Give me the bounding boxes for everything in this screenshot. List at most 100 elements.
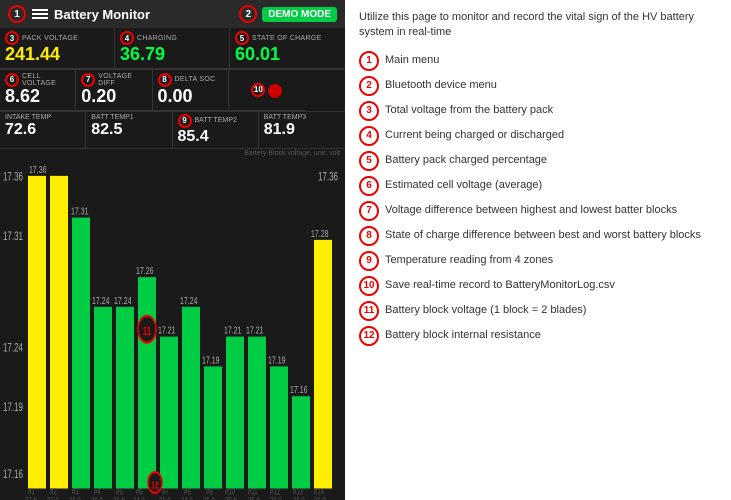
batt-temp3-header: BATT TEMP3 [264, 114, 340, 121]
batt-temp1-value: 82.5 [91, 121, 166, 139]
badge-8: 8 [158, 73, 172, 87]
batt-temp2-cell: 9 BATT TEMP2 85.4 [173, 112, 259, 148]
badge-10: 10 [251, 83, 265, 97]
app-title: Battery Monitor [54, 7, 150, 22]
svg-text:26.0: 26.0 [69, 495, 81, 500]
legend-text: Current being charged or discharged [385, 126, 564, 142]
voltage-diff-header: 7 VOLTAGE DIFF [81, 73, 146, 87]
soc-cell: 5 STATE OF CHARGE 60.01 [230, 28, 345, 69]
legend-text: Battery block internal resistance [385, 326, 541, 342]
svg-text:17.19: 17.19 [202, 354, 220, 366]
svg-text:17.21: 17.21 [246, 324, 264, 336]
metrics-row-2: 6 CELL VOLTAGE 8.62 7 VOLTAGE DIFF 0.20 … [0, 70, 345, 112]
svg-text:17.24: 17.24 [180, 294, 198, 306]
right-panel: Utilize this page to monitor and record … [345, 0, 731, 500]
soc-value: 60.01 [235, 45, 340, 65]
cell-voltage-label: CELL VOLTAGE [22, 73, 70, 87]
pack-voltage-label: PACK VOLTAGE [22, 35, 78, 42]
svg-text:27.0: 27.0 [25, 495, 37, 500]
svg-text:17.36: 17.36 [29, 163, 47, 175]
badge-1: 1 [8, 5, 26, 23]
charging-cell: 4 CHARGING 36.79 [115, 28, 230, 69]
batt-temp3-cell: BATT TEMP3 81.9 [259, 112, 345, 148]
legend-item: 7 Voltage difference between highest and… [359, 201, 717, 221]
svg-text:17.21: 17.21 [224, 324, 242, 336]
voltage-diff-value: 0.20 [81, 87, 146, 107]
legend-item: 11 Battery block voltage (1 block = 2 bl… [359, 301, 717, 321]
svg-text:26.0: 26.0 [293, 495, 305, 500]
legend-item: 4 Current being charged or discharged [359, 126, 717, 146]
batt-temp3-value: 81.9 [264, 121, 340, 139]
intake-temp-header: INTAKE TEMP [5, 114, 80, 121]
chart-area: 17.36 17.31 17.24 17.19 17.16 17.36 17.3… [0, 158, 345, 500]
main-menu-icon[interactable] [32, 9, 48, 19]
legend-circle: 8 [359, 226, 379, 246]
chart-svg: 17.36 17.31 17.24 17.19 17.16 17.36 17.3… [0, 158, 345, 500]
svg-text:17.24: 17.24 [114, 294, 132, 306]
svg-text:17.28: 17.28 [311, 227, 329, 239]
legend-circle: 7 [359, 201, 379, 221]
left-panel: 1 Battery Monitor 2 DEMO MODE 3 PACK VOL… [0, 0, 345, 500]
batt-temp1-label: BATT TEMP1 [91, 114, 133, 121]
legend-circle: 10 [359, 276, 379, 296]
svg-text:17.19: 17.19 [268, 354, 286, 366]
svg-text:21.0: 21.0 [159, 495, 171, 500]
demo-mode-button[interactable]: DEMO MODE [262, 7, 337, 22]
legend-text: Bluetooth device menu [385, 76, 497, 92]
batt-temp1-cell: BATT TEMP1 82.5 [86, 112, 172, 148]
svg-text:25.0: 25.0 [248, 495, 260, 500]
legend-text: Battery block voltage (1 block = 2 blade… [385, 301, 586, 317]
svg-text:17.36: 17.36 [318, 171, 338, 184]
legend-item: 1 Main menu [359, 51, 717, 71]
voltage-diff-cell: 7 VOLTAGE DIFF 0.20 [76, 70, 152, 111]
legend-circle: 6 [359, 176, 379, 196]
watermark: Battery Block voltage, unit: volt [0, 149, 345, 158]
badge-6: 6 [5, 73, 19, 87]
badge-10-cell: 10 [229, 70, 305, 111]
metrics-row-1: 3 PACK VOLTAGE 241.44 4 CHARGING 36.79 5… [0, 28, 345, 70]
legend-item: 6 Estimated cell voltage (average) [359, 176, 717, 196]
badge-7: 7 [81, 73, 95, 87]
legend-list: 1 Main menu 2 Bluetooth device menu 3 To… [359, 51, 717, 346]
intake-temp-value: 72.6 [5, 121, 80, 139]
charging-header: 4 CHARGING [120, 31, 224, 45]
svg-text:11: 11 [143, 325, 152, 338]
badge-5: 5 [235, 31, 249, 45]
intake-temp-label: INTAKE TEMP [5, 114, 51, 121]
cell-voltage-cell: 6 CELL VOLTAGE 8.62 [0, 70, 76, 111]
top-bar-left: 1 Battery Monitor [8, 5, 150, 23]
batt-temp3-label: BATT TEMP3 [264, 114, 306, 121]
batt-temp2-value: 85.4 [178, 128, 253, 146]
legend-item: 5 Battery pack charged percentage [359, 151, 717, 171]
legend-circle: 1 [359, 51, 379, 71]
delta-soc-cell: 8 DELTA SOC 0.00 [153, 70, 229, 111]
svg-text:26.0: 26.0 [91, 495, 103, 500]
voltage-diff-label: VOLTAGE DIFF [98, 73, 146, 87]
temp-row: INTAKE TEMP 72.6 BATT TEMP1 82.5 9 BATT … [0, 112, 345, 149]
legend-text: Battery pack charged percentage [385, 151, 547, 167]
legend-text: Estimated cell voltage (average) [385, 176, 542, 192]
delta-soc-value: 0.00 [158, 87, 223, 107]
legend-circle: 4 [359, 126, 379, 146]
top-bar: 1 Battery Monitor 2 DEMO MODE [0, 0, 345, 28]
svg-text:17.31: 17.31 [71, 205, 89, 217]
legend-item: 2 Bluetooth device menu [359, 76, 717, 96]
legend-item: 10 Save real-time record to BatteryMonit… [359, 276, 717, 296]
top-bar-right: 2 DEMO MODE [239, 5, 337, 23]
legend-circle: 11 [359, 301, 379, 321]
svg-text:24.0: 24.0 [181, 495, 193, 500]
legend-circle: 9 [359, 251, 379, 271]
svg-text:25.0: 25.0 [203, 495, 215, 500]
record-indicator [268, 84, 282, 98]
legend-circle: 2 [359, 76, 379, 96]
legend-text: Total voltage from the battery pack [385, 101, 553, 117]
legend-circle: 12 [359, 326, 379, 346]
svg-text:17.19: 17.19 [3, 401, 23, 414]
legend-text: Temperature reading from 4 zones [385, 251, 553, 267]
legend-item: 12 Battery block internal resistance [359, 326, 717, 346]
svg-text:17.36: 17.36 [3, 171, 23, 184]
batt-temp2-header: 9 BATT TEMP2 [178, 114, 253, 128]
description: Utilize this page to monitor and record … [359, 10, 717, 41]
svg-text:12: 12 [151, 479, 159, 491]
intake-temp-cell: INTAKE TEMP 72.6 [0, 112, 86, 148]
